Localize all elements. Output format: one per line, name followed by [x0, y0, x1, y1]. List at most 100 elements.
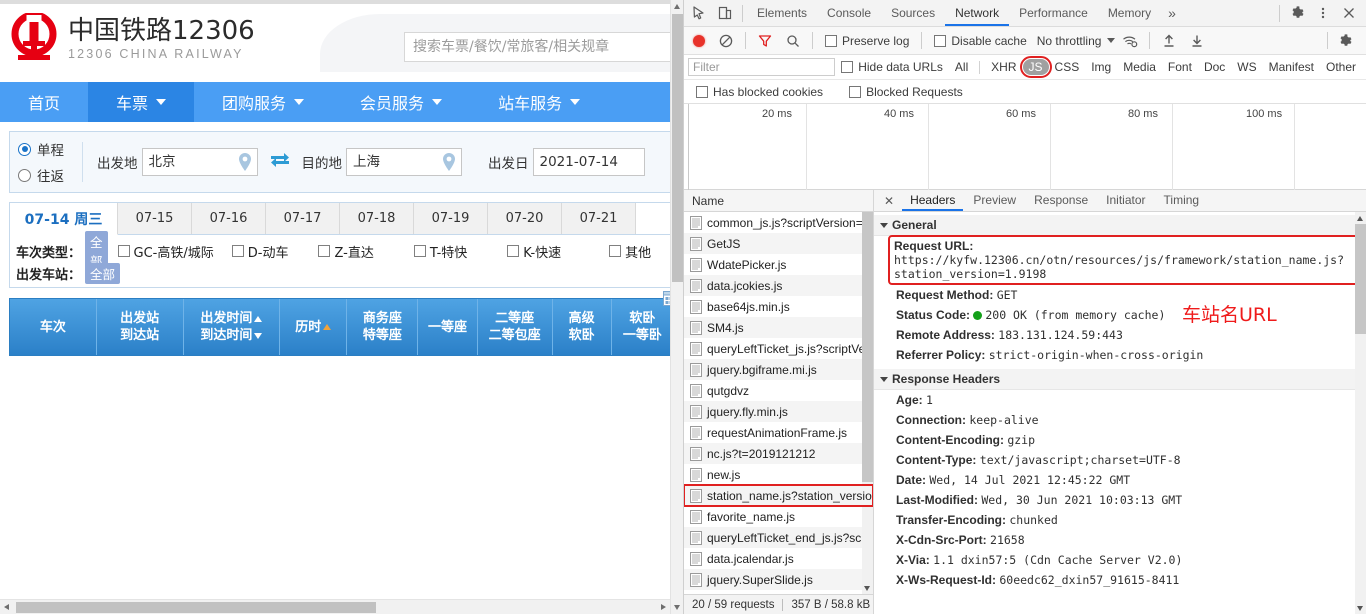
- nav-item-member-service[interactable]: 会员服务: [332, 82, 470, 122]
- date-tab-0720[interactable]: 07-20: [488, 203, 562, 234]
- scroll-thumb[interactable]: [1355, 224, 1366, 334]
- col-times[interactable]: 出发时间 到达时间: [184, 299, 281, 355]
- blocked-requests-checkbox[interactable]: Blocked Requests: [849, 85, 963, 99]
- checkbox-t[interactable]: T-特快: [413, 242, 467, 261]
- request-row[interactable]: qutgdvz: [684, 380, 873, 401]
- request-row[interactable]: common_js.js?scriptVersion=1: [684, 212, 873, 233]
- nav-item-station-service[interactable]: 站车服务: [470, 82, 608, 122]
- close-devtools-icon[interactable]: [1336, 0, 1362, 26]
- col-duration[interactable]: 历时: [280, 299, 348, 355]
- col-train-no[interactable]: 车次: [10, 299, 97, 355]
- devtools-tab-console[interactable]: Console: [817, 0, 881, 26]
- request-row[interactable]: queryLeftTicket_end_js.js?scrip: [684, 527, 873, 548]
- site-logo[interactable]: 中国铁路12306 12306 CHINA RAILWAY: [10, 11, 255, 65]
- request-url-value[interactable]: https://kyfw.12306.cn/otn/resources/js/f…: [894, 253, 1344, 281]
- scroll-down-arrow-icon[interactable]: [1355, 602, 1366, 614]
- request-row[interactable]: new.js: [684, 464, 873, 485]
- request-row[interactable]: nc.js?t=2019121212: [684, 443, 873, 464]
- scroll-down-arrow-icon[interactable]: [671, 601, 683, 614]
- scroll-thumb[interactable]: [862, 212, 873, 482]
- request-row[interactable]: jquery.bgiframe.mi.js: [684, 359, 873, 380]
- col-premium-soft-sleeper[interactable]: 高级 软卧: [553, 299, 612, 355]
- request-row[interactable]: base64js.min.js: [684, 296, 873, 317]
- filter-type-other[interactable]: Other: [1320, 59, 1362, 75]
- devtools-tab-performance[interactable]: Performance: [1009, 0, 1098, 26]
- date-tab-0715[interactable]: 07-15: [118, 203, 192, 234]
- date-tab-0721[interactable]: 07-21: [562, 203, 636, 234]
- disable-cache-checkbox[interactable]: Disable cache: [934, 34, 1027, 48]
- detail-tab-preview[interactable]: Preview: [965, 190, 1024, 211]
- request-list-header[interactable]: Name: [684, 190, 873, 212]
- settings-gear-icon[interactable]: [1284, 0, 1310, 26]
- scroll-left-arrow-icon[interactable]: [0, 600, 14, 614]
- request-row[interactable]: GetJS: [684, 233, 873, 254]
- export-har-icon[interactable]: [1184, 28, 1210, 54]
- network-filter-input[interactable]: Filter: [688, 58, 836, 76]
- more-options-icon[interactable]: [1310, 0, 1336, 26]
- filter-type-js[interactable]: JS: [1019, 56, 1052, 78]
- sort-asc-icon[interactable]: [254, 315, 263, 322]
- devtools-tab-sources[interactable]: Sources: [881, 0, 945, 26]
- import-har-icon[interactable]: [1156, 28, 1182, 54]
- swap-stations-button[interactable]: [270, 152, 290, 173]
- filter-type-media[interactable]: Media: [1117, 59, 1162, 75]
- clear-network-log-icon[interactable]: [713, 28, 739, 54]
- network-settings-gear-icon[interactable]: [1332, 28, 1358, 54]
- request-row-station-name[interactable]: station_name.js?station_versio: [684, 484, 873, 507]
- filter-type-css[interactable]: CSS: [1049, 59, 1086, 75]
- throttling-select[interactable]: No throttling: [1037, 34, 1116, 48]
- radio-round-trip[interactable]: 往返: [18, 165, 64, 185]
- departure-date-input[interactable]: 2021-07-14: [532, 148, 645, 176]
- to-input[interactable]: 上海: [346, 148, 462, 176]
- more-tabs-icon[interactable]: »: [1161, 5, 1183, 21]
- devtools-tab-elements[interactable]: Elements: [747, 0, 817, 26]
- request-row[interactable]: WdatePicker.js: [684, 254, 873, 275]
- network-timeline-overview[interactable]: 20 ms 40 ms 60 ms 80 ms 100 ms: [684, 104, 1366, 190]
- checkbox-z[interactable]: Z-直达: [318, 242, 374, 261]
- network-conditions-icon[interactable]: [1117, 28, 1143, 54]
- sort-asc-icon[interactable]: [323, 324, 332, 330]
- nav-item-home[interactable]: 首页: [0, 82, 88, 122]
- date-tab-0716[interactable]: 07-16: [192, 203, 266, 234]
- devtools-tab-memory[interactable]: Memory: [1098, 0, 1161, 26]
- col-first-class[interactable]: 一等座: [418, 299, 478, 355]
- search-icon[interactable]: [780, 28, 806, 54]
- toggle-device-toolbar-icon[interactable]: [712, 0, 738, 26]
- radio-one-way[interactable]: 单程: [18, 139, 64, 159]
- date-tab-0719[interactable]: 07-19: [414, 203, 488, 234]
- detail-scrollbar[interactable]: [1355, 212, 1366, 614]
- station-all-pill[interactable]: 全部: [85, 262, 121, 284]
- filter-type-ws[interactable]: WS: [1231, 59, 1262, 75]
- nav-item-tickets[interactable]: 车票: [88, 82, 195, 122]
- detail-tab-initiator[interactable]: Initiator: [1098, 190, 1153, 211]
- request-row[interactable]: queryLeftTicket_js.js?scriptVer: [684, 338, 873, 359]
- request-row[interactable]: data.jcokies.js: [684, 275, 873, 296]
- scroll-up-arrow-icon[interactable]: [1355, 212, 1366, 224]
- checkbox-gc[interactable]: GC-高铁/城际: [117, 242, 214, 261]
- inspect-element-icon[interactable]: [686, 0, 712, 26]
- sort-desc-icon[interactable]: [254, 332, 263, 339]
- detail-tab-timing[interactable]: Timing: [1156, 190, 1208, 211]
- filter-type-doc[interactable]: Doc: [1198, 59, 1231, 75]
- col-business-class[interactable]: 商务座 特等座: [347, 299, 419, 355]
- checkbox-d[interactable]: D-动车: [231, 242, 288, 261]
- date-tab-0718[interactable]: 07-18: [340, 203, 414, 234]
- request-row[interactable]: favorite_name.js: [684, 506, 873, 527]
- request-row[interactable]: SM4.js: [684, 317, 873, 338]
- detail-tab-response[interactable]: Response: [1026, 190, 1096, 211]
- col-stations[interactable]: 出发站 到达站: [97, 299, 184, 355]
- col-second-class[interactable]: 二等座 二等包座: [478, 299, 553, 355]
- filter-funnel-icon[interactable]: [752, 28, 778, 54]
- detail-tab-headers[interactable]: Headers: [902, 190, 964, 211]
- record-button[interactable]: [693, 34, 705, 47]
- page-horizontal-scrollbar[interactable]: [0, 599, 670, 614]
- devtools-tab-network[interactable]: Network: [945, 0, 1010, 26]
- scroll-right-arrow-icon[interactable]: [656, 600, 670, 614]
- filter-type-xhr[interactable]: XHR: [985, 59, 1022, 75]
- checkbox-other[interactable]: 其他: [609, 242, 651, 261]
- preserve-log-checkbox[interactable]: Preserve log: [825, 34, 909, 48]
- request-list-scrollbar[interactable]: [862, 212, 873, 594]
- horizontal-scroll-thumb[interactable]: [16, 602, 376, 613]
- hide-data-urls-checkbox[interactable]: Hide data URLs: [841, 60, 943, 74]
- general-section-header[interactable]: General: [874, 215, 1366, 236]
